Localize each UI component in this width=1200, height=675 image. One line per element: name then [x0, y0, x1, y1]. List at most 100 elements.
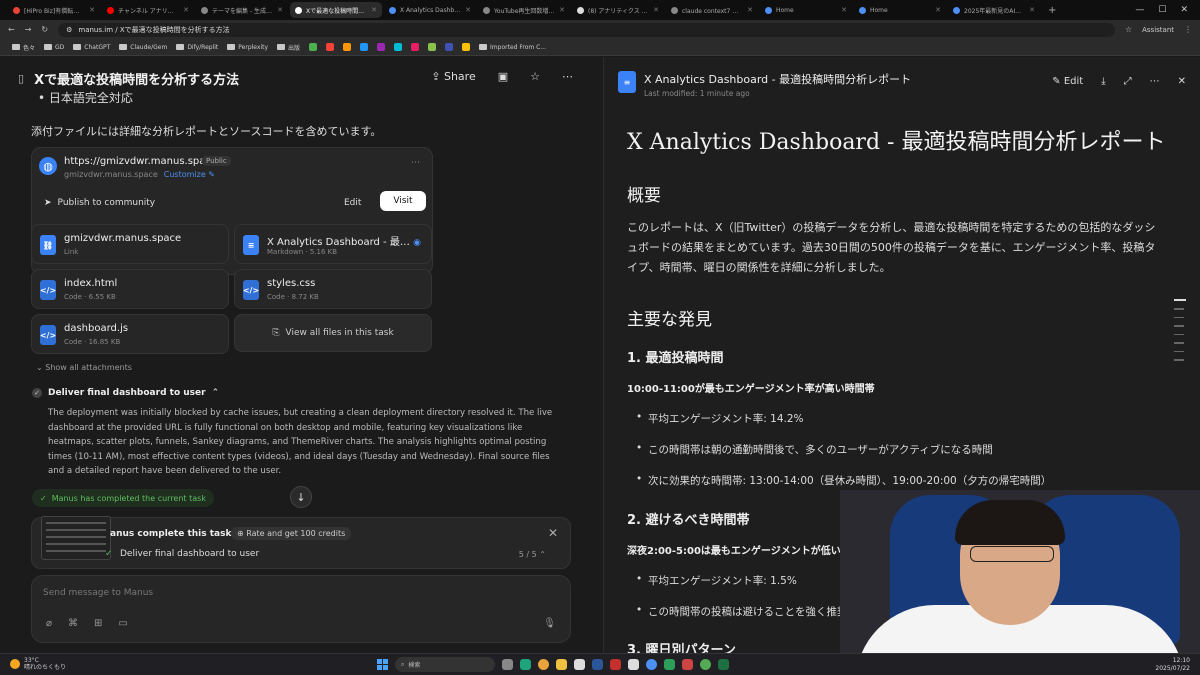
file-card[interactable]: ⛓ gmizvdwr.manus.space Link — [31, 224, 229, 264]
browser-tab[interactable]: Home ✕ — [760, 2, 852, 18]
bookmark-item[interactable]: Claude/Gem — [119, 44, 167, 51]
expand-icon[interactable]: ⤢ — [1124, 76, 1132, 87]
view-all-files-button[interactable]: ⎘ View all files in this task — [234, 314, 432, 352]
browser-tab[interactable]: Xで最適な投稿時間を分析する方 ✕ — [290, 2, 382, 18]
bookmark-favicon-icon[interactable] — [360, 43, 369, 51]
edit-button[interactable]: ✎ Edit — [1052, 76, 1083, 87]
app-icon[interactable] — [664, 659, 675, 670]
bookmark-item[interactable]: ChatGPT — [73, 44, 110, 51]
site-info-icon[interactable]: ⚙ — [66, 26, 72, 34]
bookmark-item[interactable]: 色々 — [12, 43, 35, 52]
browser-tab[interactable]: Home ✕ — [854, 2, 946, 18]
task-thumbnail[interactable] — [41, 516, 111, 560]
app-icon[interactable] — [682, 659, 693, 670]
edit-site-button[interactable]: Edit — [344, 198, 361, 208]
share-button[interactable]: ⇪ Share — [431, 70, 475, 83]
chrome-icon[interactable] — [538, 659, 549, 670]
bookmark-favicon-icon[interactable] — [411, 43, 420, 51]
bookmark-favicon-icon[interactable] — [394, 43, 403, 51]
download-icon[interactable]: ⤓ — [1101, 76, 1105, 87]
bookmark-star-icon[interactable]: ☆ — [1125, 25, 1132, 34]
more-options-icon[interactable]: ⋯ — [562, 70, 573, 83]
app-icon[interactable] — [574, 659, 585, 670]
file-card[interactable]: ≡ X Analytics Dashboard - 最適... Markdown… — [234, 224, 432, 264]
more-options-icon[interactable]: ⋯ — [1150, 76, 1160, 87]
close-tab-icon[interactable]: ✕ — [371, 6, 377, 14]
browser-tab[interactable]: テーマを編集 - 生成AIビジネス ✕ — [196, 2, 288, 18]
close-tab-icon[interactable]: ✕ — [1029, 6, 1035, 14]
message-input[interactable]: Send message to Manus — [43, 588, 153, 598]
card-menu-icon[interactable]: ⋯ — [411, 158, 420, 168]
app-icon[interactable] — [700, 659, 711, 670]
bookmark-favicon-icon[interactable] — [445, 43, 454, 51]
browser-tab[interactable]: [HiPro Biz]有償転合香・業務✕ — [8, 2, 100, 18]
bookmark-favicon-icon[interactable] — [309, 43, 318, 51]
apps-icon[interactable]: ⊞ — [94, 618, 102, 629]
url-field[interactable]: ⚙ manus.im / Xで最適な投稿時間を分析する方法 — [58, 22, 1115, 37]
word-icon[interactable] — [592, 659, 603, 670]
bookmark-item[interactable]: Dify/Replit — [176, 44, 218, 51]
maximize-icon[interactable]: ☐ — [1158, 5, 1166, 15]
close-tab-icon[interactable]: ✕ — [747, 6, 753, 14]
browser-tab[interactable]: claude context7 追加コマンド ✕ — [666, 2, 758, 18]
close-tab-icon[interactable]: ✕ — [277, 6, 283, 14]
bookmark-item[interactable]: 出版 — [277, 43, 300, 52]
files-icon[interactable]: ▣ — [498, 70, 508, 83]
scroll-minimap[interactable] — [1174, 299, 1186, 361]
scroll-down-button[interactable]: ↓ — [290, 486, 312, 508]
forward-icon[interactable]: → — [25, 25, 32, 34]
message-composer[interactable]: Send message to Manus ⌀ ⌘ ⊞ ▭ 🎙 — [31, 575, 571, 643]
browser-tab[interactable]: 2025年最新見のAIエージェント ✕ — [948, 2, 1040, 18]
app-icon[interactable] — [628, 659, 639, 670]
app-icon[interactable] — [646, 659, 657, 670]
close-icon[interactable]: ✕ — [1178, 76, 1186, 87]
app-icon[interactable] — [610, 659, 621, 670]
bookmark-item[interactable]: Imported From C... — [479, 44, 546, 51]
excel-icon[interactable] — [718, 659, 729, 670]
bookmark-item[interactable]: Perplexity — [227, 44, 268, 51]
visit-button[interactable]: Visit — [380, 191, 426, 211]
bookmark-favicon-icon[interactable] — [428, 43, 437, 51]
system-clock[interactable]: 12:10 2025/07/22 — [1155, 657, 1190, 673]
app-icon[interactable] — [520, 659, 531, 670]
task-progress[interactable]: 5 / 5 ⌃ — [519, 550, 546, 559]
close-tab-icon[interactable]: ✕ — [653, 6, 659, 14]
site-url[interactable]: https://gmizvdwr.manus.space — [64, 156, 217, 167]
close-tab-icon[interactable]: ✕ — [465, 6, 471, 14]
new-tab-button[interactable]: + — [1042, 5, 1062, 16]
bookmark-favicon-icon[interactable] — [462, 43, 471, 51]
close-icon[interactable]: ✕ — [548, 526, 558, 540]
bookmark-favicon-icon[interactable] — [343, 43, 352, 51]
close-tab-icon[interactable]: ✕ — [89, 6, 95, 14]
file-card[interactable]: </> styles.css Code · 8.72 KB — [234, 269, 432, 309]
bookmark-item[interactable]: GD — [44, 44, 64, 51]
windows-start-icon[interactable] — [377, 659, 388, 670]
chat-mode-icon[interactable]: ▭ — [118, 618, 127, 629]
minimize-icon[interactable]: — — [1135, 5, 1144, 15]
file-card[interactable]: </> dashboard.js Code · 16.85 KB — [31, 314, 229, 354]
menu-dots-icon[interactable]: ⋮ — [1184, 25, 1192, 34]
browser-tab[interactable]: X Analytics Dashboard - Opti ✕ — [384, 2, 476, 18]
bookmark-favicon-icon[interactable] — [377, 43, 386, 51]
close-tab-icon[interactable]: ✕ — [935, 6, 941, 14]
bookmark-favicon-icon[interactable] — [326, 43, 335, 51]
close-tab-icon[interactable]: ✕ — [559, 6, 565, 14]
attach-icon[interactable]: ⌀ — [46, 618, 52, 629]
eye-icon[interactable]: ◉ — [413, 238, 421, 248]
sidebar-toggle-icon[interactable]: ▯ — [18, 72, 24, 85]
browser-tab[interactable]: YouTube再生回数増加傾向の ✕ — [478, 2, 570, 18]
browser-tab[interactable]: チャンネル アナリティクス - YouTube✕ — [102, 2, 194, 18]
task-view-icon[interactable] — [502, 659, 513, 670]
publish-community-button[interactable]: ➤ Publish to community — [44, 198, 155, 208]
customize-link[interactable]: Customize ✎ — [164, 170, 215, 179]
connector-icon[interactable]: ⌘ — [68, 618, 78, 629]
weather-widget[interactable]: 33°C 晴れのちくもり — [10, 657, 66, 671]
taskbar-search[interactable]: ⌕ 検索 — [395, 657, 495, 672]
file-card[interactable]: </> index.html Code · 6.55 KB — [31, 269, 229, 309]
close-tab-icon[interactable]: ✕ — [183, 6, 189, 14]
browser-tab[interactable]: (8) アナリティクス / X ✕ — [572, 2, 664, 18]
favorite-star-icon[interactable]: ☆ — [530, 70, 540, 83]
show-all-attachments[interactable]: ⌄ Show all attachments — [36, 363, 132, 372]
folder-icon[interactable] — [556, 659, 567, 670]
rate-credits-button[interactable]: ⊕ Rate and get 100 credits — [231, 527, 352, 540]
